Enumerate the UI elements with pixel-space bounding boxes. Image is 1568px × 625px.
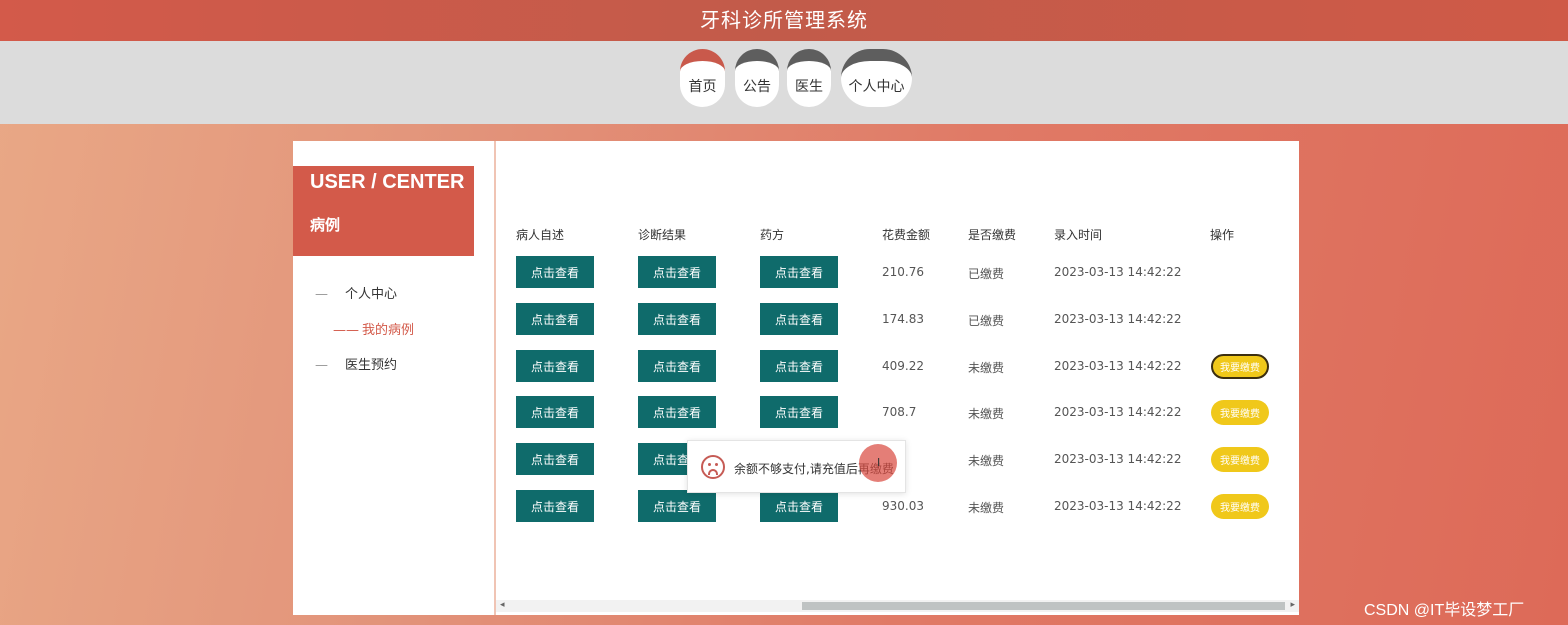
sidebar-item-label: 医生预约 [345,358,398,373]
sidebar-item-label: 我的病例 [362,323,415,338]
entry-time-cell: 2023-03-13 14:42:22 [1054,265,1182,279]
amount-cell: 210.76 [882,265,924,279]
cases-panel: 病人自述 诊断结果 药方 花费金额 是否缴费 录入时间 操作 点击查看 点击查看点… [494,141,1299,615]
paid-status-cell: 未缴费 [968,501,1005,515]
column-header-self-report: 病人自述 [516,228,565,242]
paid-status-cell: 未缴费 [968,407,1005,421]
pay-button[interactable]: 我要缴费 [1211,447,1269,472]
scroll-left-icon[interactable]: ◂ [500,600,505,610]
text-cursor-icon: I [877,456,881,469]
entry-time-cell: 2023-03-13 14:42:22 [1054,405,1182,419]
sidebar-item-doctor-appointment[interactable]: — 医生预约 [315,354,397,373]
scroll-thumb[interactable] [802,602,1285,610]
view-self-report-button[interactable]: 点击查看 [516,303,594,335]
view-prescription-button[interactable]: 点击查看 [760,303,838,335]
nav-personal-center-label: 个人中心 [848,79,905,95]
view-self-report-button[interactable]: 点击查看 [516,490,594,522]
nav-doctors-label: 医生 [795,79,823,95]
entry-time-cell: 2023-03-13 14:42:22 [1054,359,1182,373]
horizontal-scrollbar[interactable]: ◂ ▸ [496,600,1299,612]
view-self-report-button[interactable]: 点击查看 [516,256,594,288]
pay-button[interactable]: 我要缴费 [1211,354,1269,379]
column-header-action: 操作 [1210,228,1235,242]
watermark: CSDN @IT毕设梦工厂 [1364,602,1525,619]
view-diagnosis-button[interactable]: 点击查看 [638,350,716,382]
user-center-title: USER / CENTER [310,171,465,193]
nav-home-label: 首页 [688,79,717,95]
view-self-report-button[interactable]: 点击查看 [516,396,594,428]
paid-status-cell: 已缴费 [968,267,1005,281]
amount-cell: 930.03 [882,499,924,513]
pay-button[interactable]: 我要缴费 [1211,494,1269,519]
paid-status-cell: 未缴费 [968,454,1005,468]
view-self-report-button[interactable]: 点击查看 [516,350,594,382]
view-self-report-button[interactable]: 点击查看 [516,443,594,475]
sad-face-icon [701,455,725,479]
sidebar-item-my-cases[interactable]: —— 我的病例 [333,319,414,338]
sidebar-item-personal-center[interactable]: — 个人中心 [315,283,397,302]
nav-home[interactable]: 首页 [680,49,725,107]
view-prescription-button[interactable]: 点击查看 [760,256,838,288]
view-diagnosis-button[interactable]: 点击查看 [638,490,716,522]
entry-time-cell: 2023-03-13 14:42:22 [1054,499,1182,513]
column-header-prescription: 药方 [760,228,785,242]
app-title: 牙科诊所管理系统 [700,8,868,32]
amount-cell: 174.83 [882,312,924,326]
column-header-diagnosis: 诊断结果 [638,228,687,242]
column-header-paid-status: 是否缴费 [968,228,1017,242]
view-prescription-button[interactable]: 点击查看 [760,490,838,522]
paid-status-cell: 已缴费 [968,314,1005,328]
entry-time-cell: 2023-03-13 14:42:22 [1054,452,1182,466]
menu-dash: — [315,287,328,302]
nav-notices-label: 公告 [743,79,771,95]
amount-cell: 708.7 [882,405,917,419]
menu-dash: — [315,358,328,373]
top-header-bar: 牙科诊所管理系统 [0,0,1568,41]
nav-notices[interactable]: 公告 [735,49,779,107]
user-center-subtitle: 病例 [310,216,341,234]
entry-time-cell: 2023-03-13 14:42:22 [1054,312,1182,326]
amount-cell: 409.22 [882,359,924,373]
paid-status-cell: 未缴费 [968,361,1005,375]
nav-doctors[interactable]: 医生 [787,49,831,107]
view-prescription-button[interactable]: 点击查看 [760,396,838,428]
nav-personal-center[interactable]: 个人中心 [841,49,912,107]
top-nav: 首页 公告 医生 个人中心 [0,41,1568,124]
sidebar-item-label: 个人中心 [345,287,398,302]
view-diagnosis-button[interactable]: 点击查看 [638,396,716,428]
view-diagnosis-button[interactable]: 点击查看 [638,303,716,335]
column-header-amount: 花费金额 [882,228,931,242]
menu-dash: —— [333,323,359,338]
view-diagnosis-button[interactable]: 点击查看 [638,256,716,288]
column-header-entry-time: 录入时间 [1054,228,1103,242]
user-center-header: USER / CENTER 病例 [293,166,474,256]
user-center-sidebar: USER / CENTER 病例 — 个人中心 —— 我的病例 — 医生预约 [293,141,494,615]
view-prescription-button[interactable]: 点击查看 [760,350,838,382]
scroll-right-icon[interactable]: ▸ [1290,600,1295,610]
pay-button[interactable]: 我要缴费 [1211,400,1269,425]
